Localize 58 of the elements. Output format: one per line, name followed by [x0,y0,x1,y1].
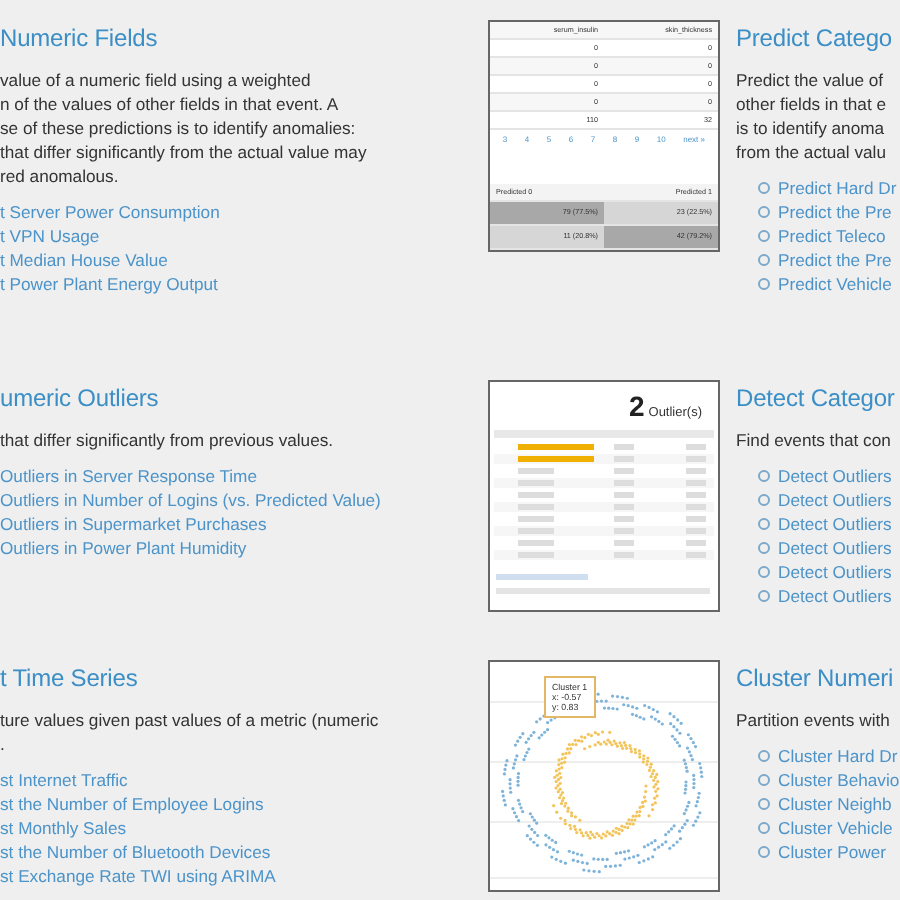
example-link[interactable]: Detect Outliers [778,466,892,486]
section-description: ture values given past values of a metric (numeric . [0,708,381,756]
example-link[interactable]: Detect Outliers [778,586,892,606]
example-link[interactable]: Outliers in Supermarket Purchases [0,514,267,534]
bullet-icon [758,542,770,554]
bullet-icon [758,750,770,762]
example-link[interactable]: t Power Plant Energy Output [0,274,218,294]
bullet-icon [758,846,770,858]
bullet-icon [758,494,770,506]
outlier-count: 2 [628,390,645,422]
example-link[interactable]: Outliers in Server Response Time [0,466,257,486]
section-heading: t Time Series [0,662,140,696]
example-link[interactable]: Cluster Power [778,842,886,862]
bullet-icon [758,278,770,290]
example-link[interactable]: t Median House Value [0,250,168,270]
section-heading: umeric Outliers [0,382,161,416]
example-link[interactable]: Cluster Neighb [778,794,892,814]
example-link[interactable]: Predict Teleco [778,226,886,246]
example-link[interactable]: st Internet Traffic [0,770,128,790]
bullet-icon [758,822,770,834]
bullet-icon [758,230,770,242]
section-description: that differ significantly from previous values. [0,428,336,452]
example-link[interactable]: st Monthly Sales [0,818,127,838]
bullet-icon [758,470,770,482]
example-link[interactable]: Outliers in Number of Logins (vs. Predicted Value) [0,490,381,510]
example-link[interactable]: Predict the Pre [778,202,892,222]
example-link[interactable]: Detect Outliers [778,562,892,582]
example-link[interactable]: Detect Outliers [778,514,892,534]
bullet-icon [758,566,770,578]
example-link[interactable]: Predict Vehicle [778,274,892,294]
bullet-icon [758,206,770,218]
bullet-icon [758,518,770,530]
section-heading: Predict Catego [736,22,894,56]
example-link[interactable]: Outliers in Power Plant Humidity [0,538,247,558]
example-link[interactable]: Cluster Vehicle [778,818,893,838]
section-heading: Numeric Fields [0,22,160,56]
example-link[interactable]: st the Number of Bluetooth Devices [0,842,271,862]
example-link[interactable]: st the Number of Employee Logins [0,794,264,814]
example-link[interactable]: Detect Outliers [778,538,892,558]
example-link[interactable]: Predict the Pre [778,250,892,270]
example-link[interactable]: t VPN Usage [0,226,100,246]
section-heading: Cluster Numeri [736,662,896,696]
section-description: Find events that con [736,428,893,452]
example-link[interactable]: Cluster Behavio [778,770,900,790]
example-link[interactable]: st Exchange Rate TWI using ARIMA [0,866,276,886]
bullet-icon [758,254,770,266]
section-description: Predict the value of other fields in that e is to identify anoma from the actual valu [736,68,889,164]
example-link[interactable]: Cluster Hard Dr [778,746,898,766]
bullet-icon [758,798,770,810]
bullet-icon [758,182,770,194]
example-link[interactable]: t Server Power Consumption [0,202,220,222]
section-description: value of a numeric field using a weighted n of the values of other fields in that event. A se of these predictions is to identify anomalies: that differ significantly from the actual value may red anomalous. [0,68,369,188]
section-heading: Detect Categor [736,382,897,416]
example-link[interactable]: Predict Hard Dr [778,178,897,198]
section-description: Partition events with [736,708,892,732]
example-link[interactable]: Detect Outliers [778,490,892,510]
bullet-icon [758,774,770,786]
bullet-icon [758,590,770,602]
